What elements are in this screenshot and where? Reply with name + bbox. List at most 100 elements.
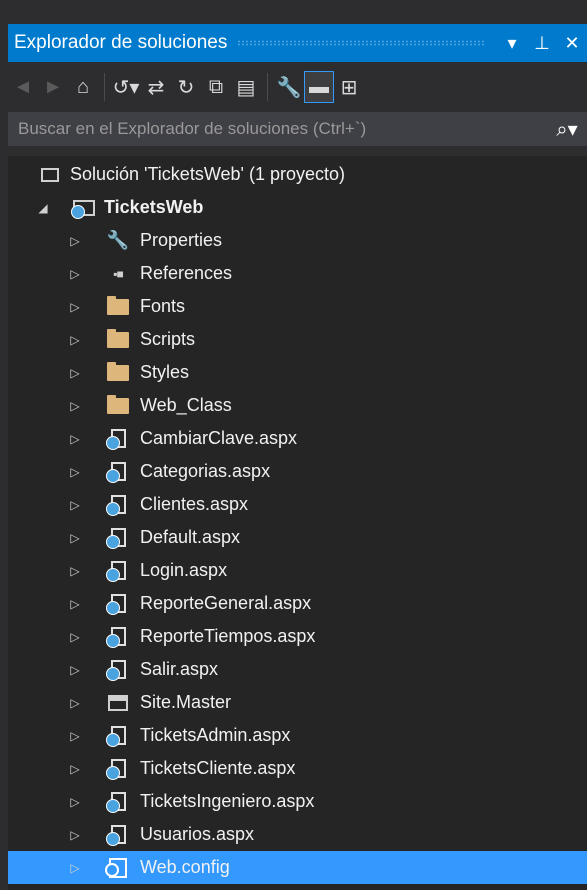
tree-item-label: ReporteTiempos.aspx: [140, 626, 316, 646]
aspx-page-icon: [105, 527, 130, 549]
tree-item[interactable]: ▷ ReporteTiempos.aspx: [8, 620, 587, 653]
expand-arrow-icon[interactable]: ▷: [68, 531, 82, 545]
tree-item-label: TicketsCliente.aspx: [140, 758, 296, 778]
tree-item-label: Web.config: [140, 857, 230, 877]
folder-icon: [106, 394, 130, 417]
references-icon: ▪■: [113, 266, 123, 281]
tree-item-label: Categorias.aspx: [140, 461, 271, 481]
search-input[interactable]: [8, 118, 547, 140]
expand-arrow-icon[interactable]: ▷: [68, 498, 82, 512]
toolbar-divider: [104, 73, 105, 101]
tree-item-label: Default.aspx: [140, 527, 241, 547]
aspx-page-icon: [105, 758, 130, 780]
expand-arrow-icon[interactable]: ▷: [68, 399, 82, 413]
tree-item[interactable]: ▷ 🔧 Properties: [8, 224, 587, 257]
expand-arrow-icon[interactable]: ▷: [68, 762, 82, 776]
tree-item-label: Clientes.aspx: [140, 494, 249, 514]
tree-item[interactable]: ▷ Fonts: [8, 290, 587, 323]
drag-grip[interactable]: [237, 40, 485, 46]
folder-icon: [106, 361, 130, 384]
collapse-all-icon[interactable]: ⧉: [201, 71, 231, 103]
expand-arrow-icon[interactable]: ▷: [68, 663, 82, 677]
tree-item[interactable]: ▷ Web.config: [8, 851, 587, 884]
folder-icon: [106, 295, 130, 318]
tree-item[interactable]: ▷ Styles: [8, 356, 587, 389]
tree-item-label: Fonts: [140, 296, 186, 316]
class-diagram-icon[interactable]: ⊞: [334, 71, 364, 103]
expand-arrow-icon[interactable]: ▷: [68, 795, 82, 809]
aspx-page-icon: [105, 494, 130, 516]
aspx-page-icon: [105, 659, 130, 681]
panel-title-bar[interactable]: Explorador de soluciones ▾ ⊥ ✕: [8, 24, 587, 62]
tree-item[interactable]: ▷ Usuarios.aspx: [8, 818, 587, 851]
aspx-page-icon: [105, 560, 130, 582]
tree-item[interactable]: ▷ Categorias.aspx: [8, 455, 587, 488]
panel-title: Explorador de soluciones: [14, 32, 228, 53]
dropdown-icon[interactable]: ▾: [497, 33, 527, 54]
expand-arrow-icon[interactable]: ▷: [68, 597, 82, 611]
search-icon[interactable]: ⌕▾: [547, 117, 587, 142]
expand-arrow-icon[interactable]: ▷: [68, 729, 82, 743]
tree-item[interactable]: ▷ Site.Master: [8, 686, 587, 719]
expand-arrow-icon[interactable]: ▷: [68, 300, 82, 314]
preview-icon[interactable]: ▬: [304, 71, 334, 103]
tree-item[interactable]: ▷ Web_Class: [8, 389, 587, 422]
tree-item-label: ReporteGeneral.aspx: [140, 593, 312, 613]
expand-arrow-icon[interactable]: ▷: [68, 630, 82, 644]
back-icon[interactable]: ◄: [8, 71, 38, 103]
tree-item-label: Salir.aspx: [140, 659, 219, 679]
home-icon[interactable]: ⌂: [68, 71, 98, 103]
wrench-icon: 🔧: [106, 230, 130, 250]
expand-arrow-icon[interactable]: ▷: [68, 828, 82, 842]
solution-label: Solución 'TicketsWeb' (1 proyecto): [70, 164, 345, 184]
pin-icon[interactable]: ⊥: [527, 33, 557, 54]
tree-item[interactable]: ▷ Default.aspx: [8, 521, 587, 554]
sync-icon[interactable]: ⇄: [141, 71, 171, 103]
tree-item[interactable]: ▷ Login.aspx: [8, 554, 587, 587]
forward-icon[interactable]: ►: [38, 71, 68, 103]
history-icon[interactable]: ↺▾: [111, 71, 141, 103]
tree-item-label: References: [140, 263, 233, 283]
aspx-page-icon: [105, 461, 130, 483]
tree-item[interactable]: ▷ ReporteGeneral.aspx: [8, 587, 587, 620]
expanded-arrow-icon[interactable]: ◢: [36, 201, 50, 215]
aspx-page-icon: [105, 824, 130, 846]
aspx-page-icon: [105, 791, 130, 813]
tree-item[interactable]: ▷ TicketsIngeniero.aspx: [8, 785, 587, 818]
folder-icon: [106, 328, 130, 351]
aspx-page-icon: [105, 626, 130, 648]
tree-item-label: CambiarClave.aspx: [140, 428, 298, 448]
tree-item[interactable]: ▷ Clientes.aspx: [8, 488, 587, 521]
tree-item[interactable]: ▷ Scripts: [8, 323, 587, 356]
show-all-files-icon[interactable]: ▤: [231, 71, 261, 103]
expand-arrow-icon[interactable]: ▷: [68, 465, 82, 479]
expand-arrow-icon[interactable]: ▷: [68, 861, 82, 875]
expand-arrow-icon[interactable]: ▷: [68, 366, 82, 380]
solution-node[interactable]: Solución 'TicketsWeb' (1 proyecto): [8, 158, 587, 191]
web-project-icon: [71, 197, 96, 219]
expand-arrow-icon[interactable]: ▷: [68, 696, 82, 710]
expand-arrow-icon[interactable]: ▷: [68, 234, 82, 248]
expand-arrow-icon[interactable]: ▷: [68, 267, 82, 281]
tree-item[interactable]: ▷ TicketsAdmin.aspx: [8, 719, 587, 752]
tree-item-label: Scripts: [140, 329, 196, 349]
aspx-page-icon: [105, 428, 130, 450]
tree-item[interactable]: ▷ ▪■ References: [8, 257, 587, 290]
master-page-icon: [106, 692, 130, 714]
config-file-icon: [105, 857, 130, 879]
tree-item-label: TicketsIngeniero.aspx: [140, 791, 315, 811]
wrench-icon[interactable]: 🔧: [274, 71, 304, 103]
aspx-page-icon: [105, 725, 130, 747]
tree-item[interactable]: ▷ CambiarClave.aspx: [8, 422, 587, 455]
project-node[interactable]: ◢ TicketsWeb: [8, 191, 587, 224]
close-icon[interactable]: ✕: [557, 33, 587, 54]
solution-tree: Solución 'TicketsWeb' (1 proyecto) ◢ Tic…: [8, 156, 587, 890]
project-label: TicketsWeb: [104, 197, 204, 217]
refresh-icon[interactable]: ↻: [171, 71, 201, 103]
tree-item[interactable]: ▷ Salir.aspx: [8, 653, 587, 686]
expand-arrow-icon[interactable]: ▷: [68, 333, 82, 347]
tree-item[interactable]: ▷ TicketsCliente.aspx: [8, 752, 587, 785]
tree-item-label: Login.aspx: [140, 560, 228, 580]
expand-arrow-icon[interactable]: ▷: [68, 564, 82, 578]
expand-arrow-icon[interactable]: ▷: [68, 432, 82, 446]
